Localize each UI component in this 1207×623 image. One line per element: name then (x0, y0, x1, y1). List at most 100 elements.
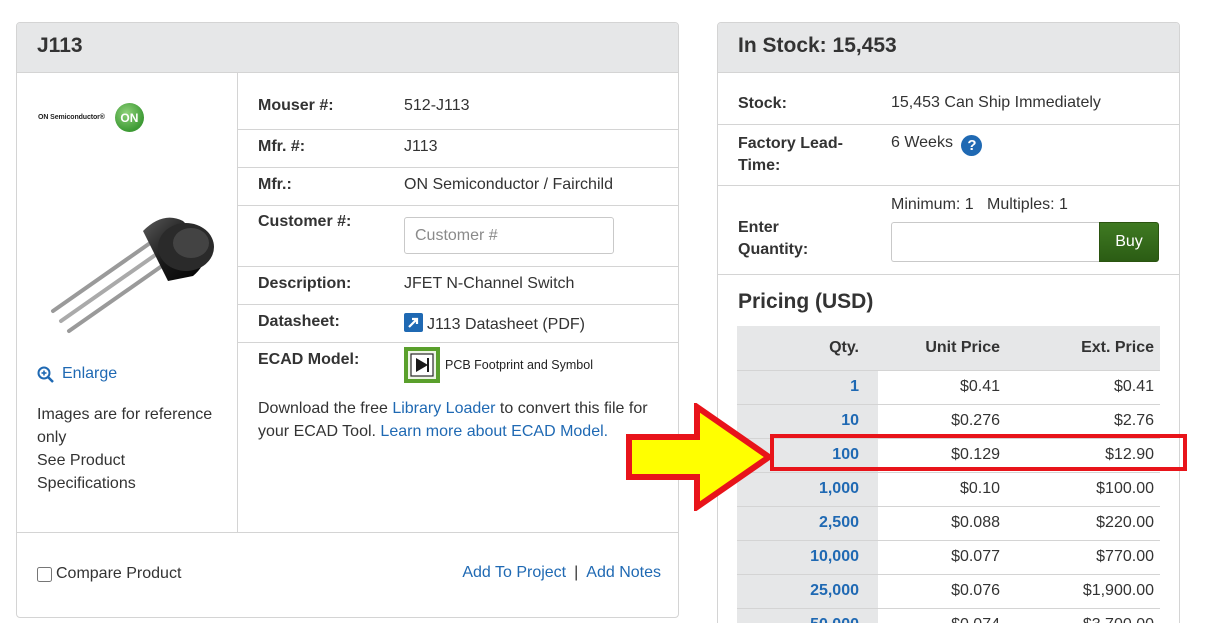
pcb-chip-icon (404, 347, 440, 383)
stock-row: Stock: 15,453 Can Ship Immediately (718, 73, 1179, 125)
table-row: 25,000 $0.076 $1,900.00 (737, 573, 1160, 608)
ecad-description: Download the free Library Loader to conv… (238, 397, 678, 443)
unit-price: $0.088 (878, 505, 1019, 540)
ext-price: $770.00 (1019, 539, 1160, 574)
add-notes-link[interactable]: Add Notes (586, 564, 661, 581)
table-row: 50,000 $0.074 $3,700.00 (737, 607, 1160, 623)
compare-checkbox[interactable] (37, 566, 52, 582)
quantity-label-2: Quantity: (738, 241, 809, 258)
library-loader-link[interactable]: Library Loader (392, 400, 495, 417)
lead-time-value-wrap: 6 Weeks ? (891, 134, 983, 156)
quantity-label: Enter Quantity: (738, 217, 808, 261)
detail-row-customer: Customer #: (238, 206, 678, 267)
link-separator: | (574, 564, 579, 581)
product-details: Mouser #: 512-J113 Mfr. #: J113 Mfr.: ON… (238, 73, 678, 443)
lead-time-label-1: Factory Lead- (738, 135, 843, 152)
unit-price: $0.077 (878, 539, 1019, 574)
ecad-model-text: PCB Footprint and Symbol (445, 358, 593, 372)
min-multiples: Minimum: 1 Multiples: 1 (891, 196, 1068, 213)
table-row: 1,000 $0.10 $100.00 (737, 471, 1160, 506)
spec-note: See Product Specifications (37, 452, 136, 492)
manufacturer-logo[interactable]: ON Semiconductor® ON (38, 103, 144, 132)
product-footer: Compare Product Add To Project | Add Notes (17, 532, 678, 617)
image-disclaimer: Images are for reference only See Produc… (37, 403, 227, 495)
qty-link[interactable]: 10,000 (737, 539, 878, 574)
ext-price: $1,900.00 (1019, 573, 1160, 608)
compare-label: Compare Product (56, 565, 182, 582)
table-row: 10 $0.276 $2.76 (737, 403, 1160, 438)
yellow-arrow-icon (626, 403, 775, 511)
detail-row-mouser: Mouser #: 512-J113 (238, 73, 678, 130)
help-icon[interactable]: ? (961, 135, 983, 156)
qty-link[interactable]: 1 (737, 369, 878, 404)
datasheet-link[interactable]: J113 Datasheet (PDF) (404, 313, 585, 342)
ext-price: $2.76 (1019, 403, 1160, 438)
part-title: J113 (17, 23, 678, 73)
pricing-table: Qty. Unit Price Ext. Price 1 $0.41 $0.41… (737, 326, 1160, 623)
qty-header: Qty. (737, 326, 878, 370)
datasheet-label-text: J113 Datasheet (PDF) (427, 316, 585, 333)
quantity-input[interactable] (891, 222, 1100, 262)
unit-price-header: Unit Price (878, 326, 1019, 370)
qty-link[interactable]: 2,500 (737, 505, 878, 540)
description-label: Description: (258, 275, 352, 292)
pricing-header-row: Qty. Unit Price Ext. Price (737, 326, 1160, 370)
ext-price: $0.41 (1019, 369, 1160, 404)
detail-row-mfr: Mfr.: ON Semiconductor / Fairchild (238, 168, 678, 206)
datasheet-label: Datasheet: (258, 313, 340, 330)
enlarge-label: Enlarge (62, 365, 118, 382)
unit-price: $0.41 (878, 369, 1019, 404)
lead-time-value: 6 Weeks (891, 134, 953, 151)
unit-price: $0.074 (878, 607, 1019, 623)
ecad-label: ECAD Model: (258, 351, 360, 368)
table-row: 1 $0.41 $0.41 (737, 369, 1160, 404)
detail-row-ecad: ECAD Model: PCB Footprint and Symbol (238, 343, 678, 383)
lead-time-label: Factory Lead- Time: (738, 133, 843, 177)
stock-value: 15,453 Can Ship Immediately (891, 94, 1101, 111)
customer-label: Customer #: (258, 213, 352, 230)
customer-number-input[interactable] (404, 217, 614, 254)
table-row: 2,500 $0.088 $220.00 (737, 505, 1160, 540)
external-link-icon (404, 313, 423, 332)
ext-price: $3,700.00 (1019, 607, 1160, 623)
product-image-column: ON Semiconductor® ON Enlarge Images are … (17, 73, 238, 532)
transistor-image[interactable] (43, 191, 223, 386)
lead-time-row: Factory Lead- Time: 6 Weeks ? (718, 125, 1179, 186)
product-panel: J113 ON Semiconductor® ON Enlarge Images… (16, 22, 679, 618)
ext-price: $220.00 (1019, 505, 1160, 540)
stock-label: Stock: (738, 95, 787, 112)
ext-price: $100.00 (1019, 471, 1160, 506)
table-row: 10,000 $0.077 $770.00 (737, 539, 1160, 574)
buy-button[interactable]: Buy (1099, 222, 1159, 262)
quantity-row: Minimum: 1 Multiples: 1 Enter Quantity: … (718, 186, 1179, 275)
image-note: Images are for reference only (37, 406, 213, 446)
qty-link[interactable]: 25,000 (737, 573, 878, 608)
detail-row-mfr-number: Mfr. #: J113 (238, 130, 678, 168)
enlarge-link[interactable]: Enlarge (37, 365, 117, 383)
detail-row-description: Description: JFET N-Channel Switch (238, 267, 678, 305)
description-value: JFET N-Channel Switch (404, 275, 575, 292)
mfr-number: J113 (404, 138, 438, 155)
mouser-number: 512-J113 (404, 97, 470, 114)
unit-price: $0.10 (878, 471, 1019, 506)
stock-panel: In Stock: 15,453 Stock: 15,453 Can Ship … (717, 22, 1180, 623)
add-to-project-link[interactable]: Add To Project (462, 564, 566, 581)
ecad-model-link[interactable]: PCB Footprint and Symbol (404, 347, 593, 383)
quantity-label-1: Enter (738, 219, 779, 236)
detail-row-datasheet: Datasheet: J113 Datasheet (PDF) (238, 305, 678, 343)
highlight-box (770, 434, 1187, 471)
on-logo-icon: ON (114, 103, 144, 132)
unit-price: $0.076 (878, 573, 1019, 608)
qty-link[interactable]: 50,000 (737, 607, 878, 623)
stock-title: In Stock: 15,453 (718, 23, 1179, 73)
compare-product[interactable]: Compare Product (37, 565, 181, 583)
mfr-label: Mfr.: (258, 176, 292, 193)
zoom-icon (37, 366, 54, 383)
logo-text: ON Semiconductor® (38, 114, 105, 121)
mouser-label: Mouser #: (258, 97, 334, 114)
pricing-title: Pricing (USD) (738, 290, 874, 313)
lead-time-label-2: Time: (738, 157, 781, 174)
learn-more-ecad-link[interactable]: Learn more about ECAD Model. (380, 423, 608, 440)
ext-price-header: Ext. Price (1019, 326, 1160, 370)
manufacturer-link[interactable]: ON Semiconductor / Fairchild (404, 176, 613, 205)
